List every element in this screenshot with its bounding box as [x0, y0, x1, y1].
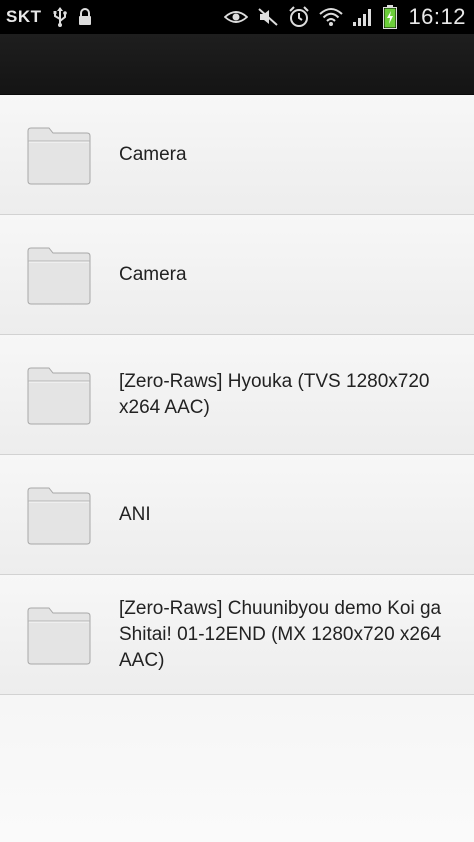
folder-icon [27, 367, 91, 425]
status-bar: SKT 16:12 [0, 0, 474, 34]
signal-icon [352, 7, 374, 27]
list-item[interactable]: ANI [0, 455, 474, 575]
eye-icon [224, 9, 249, 25]
folder-name: [Zero-Raws] Hyouka (TVS 1280x720 x264 AA… [119, 370, 430, 418]
battery-charging-icon [383, 5, 398, 29]
folder-name: Camera [119, 263, 187, 285]
list-empty-area [0, 695, 474, 842]
list-item[interactable]: Camera [0, 215, 474, 335]
folder-icon [27, 127, 91, 185]
folder-name: ANI [119, 503, 151, 525]
folder-name: Camera [119, 143, 187, 165]
folder-icon [27, 487, 91, 545]
folder-icon [27, 247, 91, 305]
carrier-label: SKT [6, 7, 42, 26]
list-item[interactable]: [Zero-Raws] Chuunibyou demo Koi ga Shita… [0, 575, 474, 695]
mute-icon [257, 7, 279, 27]
folder-name: [Zero-Raws] Chuunibyou demo Koi ga Shita… [119, 597, 442, 671]
folder-list[interactable]: Camera Camera [Zero-Raws] Hyouka (TVS 12… [0, 95, 474, 695]
alarm-icon [288, 6, 310, 28]
usb-icon [52, 7, 68, 27]
lock-icon [78, 8, 92, 26]
list-item[interactable]: [Zero-Raws] Hyouka (TVS 1280x720 x264 AA… [0, 335, 474, 455]
folder-icon [27, 607, 91, 665]
wifi-icon [319, 7, 344, 27]
list-item[interactable]: Camera [0, 95, 474, 215]
action-bar [0, 34, 474, 95]
clock: 16:12 [408, 4, 466, 29]
